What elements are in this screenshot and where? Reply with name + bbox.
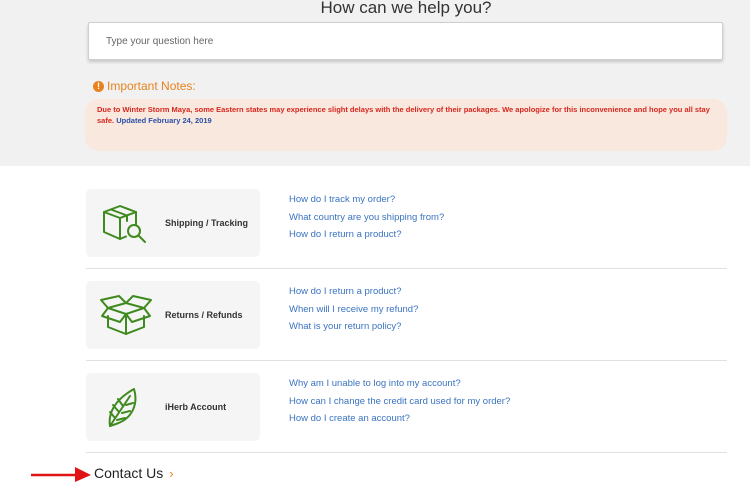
notice-banner: Due to Winter Storm Maya, some Eastern s… <box>85 99 727 151</box>
important-notes-heading: ! Important Notes: <box>93 79 196 93</box>
faq-link[interactable]: When will I receive my refund? <box>289 301 418 319</box>
faq-link[interactable]: How do I create an account? <box>289 410 510 428</box>
faq-link[interactable]: How do I track my order? <box>289 191 444 209</box>
box-search-icon <box>103 205 146 243</box>
divider <box>86 360 727 361</box>
page-title: How can we help you? <box>320 0 492 17</box>
faq-link[interactable]: What country are you shipping from? <box>289 209 444 227</box>
alert-icon: ! <box>93 80 104 92</box>
important-notes-title: Important Notes: <box>107 79 196 93</box>
divider <box>86 452 727 453</box>
faq-link[interactable]: How do I return a product? <box>289 283 418 301</box>
search-box[interactable] <box>88 22 723 60</box>
category-card-shipping[interactable]: Shipping / Tracking <box>86 189 260 257</box>
account-links: Why am I unable to log into my account? … <box>289 375 510 428</box>
category-label: Shipping / Tracking <box>165 218 249 228</box>
faq-link[interactable]: What is your return policy? <box>289 318 418 336</box>
notice-updated-date: Updated February 24, 2019 <box>116 116 212 125</box>
leaf-icon <box>108 388 137 427</box>
shipping-links: How do I track my order? What country ar… <box>289 191 444 244</box>
red-arrow-icon <box>31 467 91 482</box>
category-card-returns[interactable]: Returns / Refunds <box>86 281 260 349</box>
category-card-account[interactable]: iHerb Account <box>86 373 260 441</box>
category-label: iHerb Account <box>165 402 227 412</box>
contact-us-link[interactable]: Contact Us › <box>94 465 174 481</box>
returns-links: How do I return a product? When will I r… <box>289 283 418 336</box>
category-label: Returns / Refunds <box>165 310 243 320</box>
faq-link[interactable]: How can I change the credit card used fo… <box>289 393 510 411</box>
contact-us-label: Contact Us <box>94 465 164 481</box>
divider <box>86 268 727 269</box>
faq-link[interactable]: Why am I unable to log into my account? <box>289 375 510 393</box>
faq-link[interactable]: How do I return a product? <box>289 226 444 244</box>
open-box-icon <box>100 295 152 335</box>
chevron-right-icon: › <box>169 465 174 481</box>
search-input[interactable] <box>89 23 722 59</box>
help-hero: How can we help you? ! Important Notes: … <box>0 0 750 166</box>
